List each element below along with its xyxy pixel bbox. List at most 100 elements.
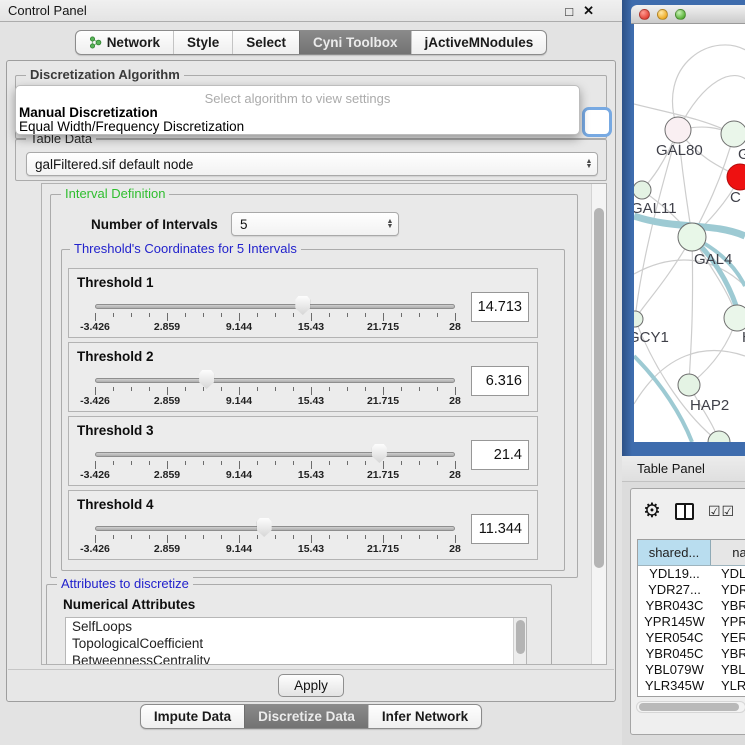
numerical-attributes-list[interactable]: SelfLoopsTopologicalCoefficientBetweenne…: [65, 617, 527, 665]
scrollbar-thumb[interactable]: [516, 620, 525, 654]
right-side: GAL80GACGAL11GAL4GCY1HHAP2 Table Panel ⚙…: [622, 0, 745, 745]
network-window-titlebar[interactable]: [631, 5, 745, 24]
close-icon[interactable]: ✕: [583, 3, 594, 19]
table-data-group: Table Data galFiltered.sif default node …: [15, 139, 607, 181]
threshold-value-field[interactable]: 14.713: [471, 292, 529, 322]
tab-infer-network[interactable]: Infer Network: [368, 705, 481, 728]
discretization-algorithm-label: Discretization Algorithm: [26, 67, 184, 82]
scrollbar-thumb[interactable]: [594, 208, 604, 568]
cell-name: YBR0: [711, 598, 745, 614]
scrollbar-thumb[interactable]: [639, 703, 739, 711]
threshold-row-3: Threshold 3-3.4262.8599.14415.4321.71528…: [68, 416, 538, 486]
minimize-traffic-light-icon[interactable]: [657, 9, 668, 20]
slider-tick-labels: -3.4262.8599.14415.4321.71528: [95, 543, 455, 555]
number-of-intervals-combobox[interactable]: 5 ▲▼: [231, 212, 399, 236]
algorithm-popup-hint: Select algorithm to view settings: [16, 91, 579, 106]
cell-shared-name: YBR045C: [638, 646, 711, 662]
algorithm-option-manual[interactable]: Manual Discretization: [19, 105, 158, 120]
attribute-item[interactable]: BetweennessCentrality: [66, 652, 526, 665]
network-view-canvas[interactable]: GAL80GACGAL11GAL4GCY1HHAP2: [634, 24, 745, 442]
apply-row: Apply: [8, 669, 614, 701]
cell-name: YBL0: [711, 662, 745, 678]
table-row[interactable]: YIL053CYIL0: [638, 694, 745, 697]
number-of-intervals-value: 5: [232, 217, 382, 232]
node-attribute-table[interactable]: shared... name YDL19...YDL1YDR27...YDR2Y…: [637, 539, 745, 697]
table-row[interactable]: YBR045CYBR0: [638, 646, 745, 662]
attribute-item[interactable]: SelfLoops: [66, 618, 526, 635]
network-node-gal4[interactable]: [678, 223, 706, 251]
tab-style[interactable]: Style: [173, 31, 232, 54]
cyni-toolbox-panel: Discretization Algorithm Select algorith…: [6, 60, 616, 702]
tab-label: jActiveMNodules: [425, 35, 534, 50]
tab-cyni-toolbox[interactable]: Cyni Toolbox: [299, 31, 411, 54]
attributes-group: Attributes to discretize Numerical Attri…: [46, 584, 552, 665]
table-row[interactable]: YPR145WYPR1: [638, 614, 745, 630]
threshold-label: Threshold 2: [77, 349, 154, 364]
interval-definition-label: Interval Definition: [61, 186, 169, 201]
cell-name: YIL0: [711, 694, 745, 697]
bottom-tab-bar: Impute DataDiscretize DataInfer Network: [0, 704, 622, 729]
table-row[interactable]: YLR345WYLR3: [638, 678, 745, 694]
attributes-list-scrollbar[interactable]: [513, 618, 526, 665]
control-panel-titlebar: Control Panel □ ✕: [0, 0, 622, 22]
threshold-row-2: Threshold 2 -3.4262.8599.14415.4321.71528…: [68, 342, 538, 412]
network-node-gal80[interactable]: [665, 117, 691, 143]
network-icon: [89, 36, 102, 49]
cell-shared-name: YDL19...: [638, 566, 711, 582]
table-horizontal-scrollbar[interactable]: [636, 701, 745, 713]
slider-track[interactable]: [95, 526, 455, 531]
float-icon[interactable]: □: [565, 4, 573, 19]
apply-button[interactable]: Apply: [278, 674, 344, 697]
network-node[interactable]: [708, 431, 730, 442]
numerical-attributes-label: Numerical Attributes: [63, 597, 195, 612]
node-label: GA: [738, 146, 745, 163]
tab-discretize-data[interactable]: Discretize Data: [244, 705, 368, 728]
node-label: GAL11: [634, 200, 677, 217]
columns-icon[interactable]: [675, 503, 694, 520]
column-header-name[interactable]: name: [711, 540, 745, 565]
attribute-item[interactable]: TopologicalCoefficient: [66, 635, 526, 652]
select-checkboxes-icon[interactable]: ☑☑: [708, 503, 735, 520]
threshold-label: Threshold 3: [77, 423, 154, 438]
network-node-gcy1[interactable]: [634, 311, 643, 327]
network-graph: GAL80GACGAL11GAL4GCY1HHAP2: [634, 24, 745, 442]
slider-tick-labels: -3.4262.8599.14415.4321.71528: [95, 321, 455, 333]
tab-select[interactable]: Select: [232, 31, 299, 54]
network-node-h[interactable]: [724, 305, 745, 331]
network-node-c[interactable]: [727, 164, 745, 190]
algorithm-option-equal-width[interactable]: Equal Width/Frequency Discretization: [19, 119, 244, 134]
cell-name: YBR0: [711, 646, 745, 662]
table-row[interactable]: YDL19...YDL1: [638, 566, 745, 582]
threshold-value-field[interactable]: 21.4: [471, 440, 529, 470]
tab-impute-data[interactable]: Impute Data: [141, 705, 244, 728]
slider-track[interactable]: [95, 452, 455, 457]
slider-track[interactable]: [95, 304, 455, 309]
table-row[interactable]: YBL079WYBL0: [638, 662, 745, 678]
table-row[interactable]: YER054CYER0: [638, 630, 745, 646]
column-header-shared[interactable]: shared...: [638, 540, 711, 565]
close-traffic-light-icon[interactable]: [639, 9, 650, 20]
table-row[interactable]: YBR043CYBR0: [638, 598, 745, 614]
slider-track[interactable]: [95, 378, 455, 383]
number-of-intervals-label: Number of Intervals: [91, 217, 218, 232]
network-node-ga[interactable]: [721, 121, 745, 147]
table-panel-header: Table Panel: [622, 456, 745, 482]
threshold-value-field[interactable]: 6.316: [471, 366, 529, 396]
table-panel-title: Table Panel: [637, 461, 705, 476]
threshold-value-field[interactable]: 11.344: [471, 514, 529, 544]
table-row[interactable]: YDR27...YDR2: [638, 582, 745, 598]
slider-tick-labels: -3.4262.8599.14415.4321.71528: [95, 395, 455, 407]
tab-jactivemnodules[interactable]: jActiveMNodules: [411, 31, 547, 54]
network-node-gal11[interactable]: [634, 181, 651, 199]
node-label: GAL80: [656, 142, 703, 159]
interval-definition-group: Interval Definition Number of Intervals …: [50, 194, 578, 578]
gear-icon[interactable]: ⚙: [643, 501, 661, 521]
table-data-combobox[interactable]: galFiltered.sif default node ▲▼: [26, 152, 598, 176]
tab-label: Cyni Toolbox: [313, 35, 398, 50]
settings-scrollbar[interactable]: [591, 184, 606, 664]
zoom-traffic-light-icon[interactable]: [675, 9, 686, 20]
node-label: HAP2: [690, 397, 729, 414]
network-node-hap2[interactable]: [678, 374, 700, 396]
algorithm-combobox[interactable]: [582, 107, 612, 137]
tab-network[interactable]: Network: [76, 31, 173, 54]
